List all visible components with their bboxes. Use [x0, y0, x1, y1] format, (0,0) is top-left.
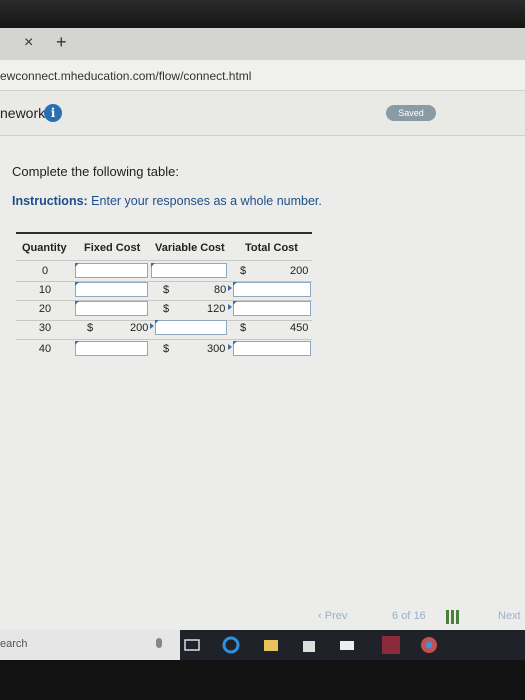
row-2-fixed-cost-input[interactable]: [75, 301, 148, 316]
row-2-total-cost-input[interactable]: [233, 301, 311, 316]
row-1-total-cost-input[interactable]: [233, 282, 311, 297]
row-4-total-cost-input[interactable]: [233, 341, 311, 356]
page-indicator: 6 of 16: [392, 610, 426, 622]
row-4-variable-currency: $: [163, 343, 170, 355]
row-0-quantity: 0: [41, 265, 49, 277]
question-prompt: Complete the following table:: [12, 164, 179, 179]
edge-browser-icon[interactable]: [222, 636, 240, 654]
row-0-total-cost: 200: [290, 265, 309, 277]
row-2-variable-cost: 120: [207, 303, 226, 315]
row-4-variable-cost: 300: [207, 343, 226, 355]
instructions-label: Instructions:: [12, 194, 88, 208]
question-panel: Complete the following table: Instructio…: [0, 136, 525, 630]
prev-label: Prev: [324, 610, 348, 622]
saved-status-badge: Saved: [386, 105, 436, 121]
chrome-icon[interactable]: [420, 636, 438, 654]
row-3-fixed-currency: $: [87, 322, 94, 334]
next-button[interactable]: Next: [498, 610, 521, 622]
row-3-arrow-icon: [150, 323, 154, 329]
row-2-arrow-icon: [228, 304, 232, 310]
row-0-variable-cost-input[interactable]: [151, 263, 227, 278]
table-top-rule: [16, 232, 312, 234]
store-icon[interactable]: [300, 636, 318, 654]
app-header: nework i Saved: [0, 91, 525, 136]
row-3-total-cost: 450: [290, 322, 309, 334]
url-text[interactable]: ewconnect.mheducation.com/flow/connect.h…: [0, 69, 251, 83]
row-4-arrow-icon: [228, 344, 232, 350]
header-quantity: Quantity: [22, 242, 67, 254]
address-bar[interactable]: ewconnect.mheducation.com/flow/connect.h…: [0, 60, 525, 91]
taskbar-search-label: earch: [0, 638, 28, 650]
close-tab-icon[interactable]: ×: [24, 34, 33, 52]
row-0-fixed-cost-input[interactable]: [75, 263, 148, 278]
instructions-line: Instructions: Enter your responses as a …: [12, 194, 322, 208]
screen-bezel-top: [0, 0, 525, 28]
new-tab-icon[interactable]: +: [56, 32, 67, 53]
row-0-total-currency: $: [240, 265, 247, 277]
row-3-variable-cost-input[interactable]: [155, 320, 227, 335]
row-2-variable-currency: $: [163, 303, 170, 315]
browser-tab-bar: × +: [0, 28, 525, 61]
row-3-quantity: 30: [38, 322, 52, 334]
file-explorer-icon[interactable]: [262, 636, 280, 654]
info-icon[interactable]: i: [44, 104, 62, 122]
question-grid-icon[interactable]: [446, 610, 460, 624]
app-tile-icon[interactable]: [382, 636, 400, 654]
microphone-icon[interactable]: [150, 636, 168, 654]
header-rule: [16, 260, 312, 261]
row-1-variable-currency: $: [163, 284, 170, 296]
row-4-quantity: 40: [38, 343, 52, 355]
header-fixed-cost: Fixed Cost: [84, 242, 141, 254]
task-view-icon[interactable]: [183, 636, 201, 654]
row-3-fixed-cost: 200: [130, 322, 149, 334]
taskbar: earch: [0, 630, 525, 660]
header-total-cost: Total Cost: [245, 242, 298, 254]
row-3-total-currency: $: [240, 322, 247, 334]
table-row-divider: [16, 339, 312, 340]
row-1-arrow-icon: [228, 285, 232, 291]
row-4-fixed-cost-input[interactable]: [75, 341, 148, 356]
row-1-variable-cost: 80: [214, 284, 227, 296]
header-variable-cost: Variable Cost: [155, 242, 225, 254]
instructions-text: Enter your responses as a whole number.: [87, 194, 322, 208]
row-1-fixed-cost-input[interactable]: [75, 282, 148, 297]
assignment-title: nework: [0, 105, 46, 121]
row-2-quantity: 20: [38, 303, 52, 315]
row-1-quantity: 10: [38, 284, 52, 296]
prev-button[interactable]: ‹ Prev: [318, 610, 347, 622]
screen-bezel-bottom: [0, 660, 525, 700]
mail-icon[interactable]: [338, 636, 356, 654]
